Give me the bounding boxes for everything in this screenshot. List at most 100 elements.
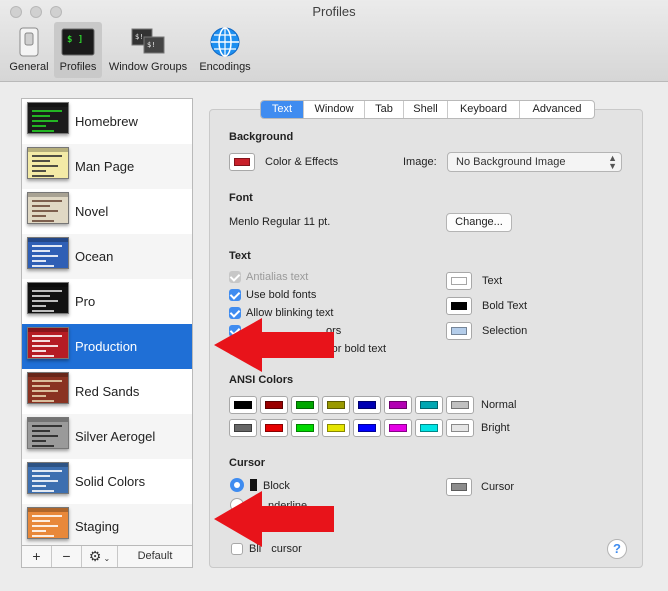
profiles-window: Profiles General $ ] Profiles $! $! Wind… [0, 0, 668, 591]
profile-item[interactable]: Man Page [22, 144, 192, 189]
profile-name: Staging [75, 519, 120, 534]
ansi-normal-color-well[interactable] [260, 396, 288, 414]
ansi-normal-color-well[interactable] [384, 396, 412, 414]
ansi-bright-color-well[interactable] [322, 419, 350, 437]
ansi-color-swatch [451, 401, 469, 409]
ansi-color-swatch [358, 401, 376, 409]
profile-item[interactable]: Staging [22, 504, 192, 549]
profile-item[interactable]: Ocean [22, 234, 192, 279]
annotation-arrow-staging [214, 491, 334, 547]
change-font-button[interactable]: Change... [446, 213, 512, 232]
profile-preview-thumbnail [27, 417, 69, 449]
ansi-bright-color-well[interactable] [446, 419, 474, 437]
remove-profile-button[interactable]: − [52, 546, 82, 567]
tab-advanced[interactable]: Advanced [520, 101, 594, 118]
profile-preview-thumbnail [27, 327, 69, 359]
bold-fonts-label: Use bold fonts [246, 289, 317, 301]
ansi-normal-color-well[interactable] [446, 396, 474, 414]
cursor-color-label: Cursor [481, 481, 515, 493]
toolbar-profiles[interactable]: $ ] Profiles [54, 22, 102, 78]
default-profile-button[interactable]: Default [118, 546, 192, 567]
window-groups-icon: $! $! [129, 26, 167, 61]
ansi-bright-color-well[interactable] [353, 419, 381, 437]
text-color-label: Text [482, 275, 503, 287]
text-color-well[interactable] [446, 272, 472, 290]
profile-name: Ocean [75, 249, 114, 264]
color-effects-label: Color & Effects [265, 156, 339, 168]
bold-text-color-swatch [451, 302, 467, 310]
profile-name: Red Sands [75, 384, 140, 399]
profile-item[interactable]: Solid Colors [22, 459, 192, 504]
ansi-bright-color-well[interactable] [260, 419, 288, 437]
profile-item[interactable]: Silver Aerogel [22, 414, 192, 459]
bold-text-color-label: Bold Text [482, 300, 528, 312]
profile-name: Novel [75, 204, 109, 219]
bold-text-color-well[interactable] [446, 297, 472, 315]
toolbar-window-groups[interactable]: $! $! Window Groups [104, 22, 192, 78]
profile-name: Silver Aerogel [75, 429, 156, 444]
ansi-bright-color-well[interactable] [229, 419, 257, 437]
add-profile-button[interactable]: + [22, 546, 52, 567]
globe-icon [209, 26, 241, 61]
title-bar: Profiles General $ ] Profiles $! $! Wind… [0, 0, 668, 82]
background-color-well[interactable] [229, 153, 255, 171]
background-image-select[interactable]: No Background Image ▲ ▼ [447, 152, 622, 172]
toolbar-general[interactable]: General [6, 22, 52, 78]
bold-fonts-checkbox[interactable] [229, 289, 241, 301]
ansi-normal-color-well[interactable] [353, 396, 381, 414]
ansi-normal-color-well[interactable] [322, 396, 350, 414]
ansi-normal-color-well[interactable] [291, 396, 319, 414]
selection-color-well[interactable] [446, 322, 472, 340]
profile-actions-menu[interactable]: ⚙ ⌄ [82, 546, 118, 567]
normal-colors-label: Normal [481, 399, 517, 411]
profile-item[interactable]: Production [22, 324, 192, 369]
ansi-colors-heading: ANSI Colors [229, 374, 294, 386]
help-button[interactable]: ? [607, 539, 627, 559]
font-heading: Font [229, 192, 253, 204]
switch-icon [14, 26, 44, 61]
antialias-label: Antialias text [246, 271, 309, 283]
profile-item[interactable]: Homebrew [22, 99, 192, 144]
ansi-color-swatch [358, 424, 376, 432]
svg-text:$ ]: $ ] [67, 35, 83, 45]
profile-name: Man Page [75, 159, 135, 174]
ansi-color-swatch [234, 424, 252, 432]
profile-preview-thumbnail [27, 237, 69, 269]
ansi-color-swatch [420, 424, 438, 432]
toolbar-label: General [9, 61, 49, 73]
settings-tabs: Text Window Tab Shell Keyboard Advanced [260, 100, 595, 119]
cursor-color-well[interactable] [446, 478, 472, 496]
toolbar-encodings[interactable]: Encodings [194, 22, 256, 78]
profile-preview-thumbnail [27, 372, 69, 404]
ansi-bright-color-well[interactable] [291, 419, 319, 437]
window-title: Profiles [312, 4, 356, 19]
antialias-checkbox[interactable] [229, 271, 241, 283]
ansi-normal-color-well[interactable] [415, 396, 443, 414]
profile-name: Pro [75, 294, 96, 309]
image-label: Image: [403, 156, 437, 168]
ansi-bright-color-well[interactable] [384, 419, 412, 437]
tab-keyboard[interactable]: Keyboard [448, 101, 520, 118]
profile-item[interactable]: Pro [22, 279, 192, 324]
ansi-color-swatch [265, 424, 283, 432]
cursor-block-radio[interactable] [230, 478, 244, 492]
tab-shell[interactable]: Shell [404, 101, 448, 118]
ansi-normal-color-well[interactable] [229, 396, 257, 414]
profile-list[interactable]: Homebrew Man Page Novel Ocean Pro Production R… [21, 98, 193, 568]
tab-tab[interactable]: Tab [365, 101, 404, 118]
ansi-color-swatch [265, 401, 283, 409]
toolbar-label: Profiles [59, 61, 97, 73]
tab-window[interactable]: Window [304, 101, 365, 118]
ansi-color-swatch [234, 401, 252, 409]
gear-icon: ⚙ [88, 548, 102, 564]
profile-preview-thumbnail [27, 192, 69, 224]
text-heading: Text [229, 250, 251, 262]
block-cursor-icon [250, 479, 257, 491]
cursor-heading: Cursor [229, 457, 266, 469]
cursor-color-swatch [451, 483, 467, 491]
chevron-down-icon: ⌄ [101, 554, 111, 563]
profile-item[interactable]: Novel [22, 189, 192, 234]
tab-text[interactable]: Text [261, 101, 304, 118]
profile-item[interactable]: Red Sands [22, 369, 192, 414]
ansi-bright-color-well[interactable] [415, 419, 443, 437]
